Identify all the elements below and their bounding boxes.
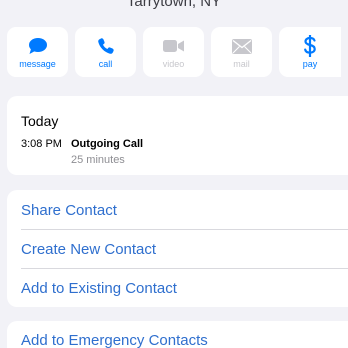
call-history-card: Today 3:08 PM Outgoing Call 25 minutes xyxy=(7,96,348,175)
mail-button-label: mail xyxy=(233,59,250,69)
add-to-existing-contact-button[interactable]: Add to Existing Contact xyxy=(21,280,177,297)
create-new-contact-button[interactable]: Create New Contact xyxy=(21,241,156,258)
message-bubble-icon xyxy=(26,36,50,56)
contact-location: Tarrytown, NY xyxy=(126,0,222,10)
message-button-label: message xyxy=(19,59,56,69)
call-type: Outgoing Call xyxy=(71,138,144,150)
pay-button-label: pay xyxy=(302,59,318,69)
pay-button[interactable]: pay xyxy=(279,27,341,77)
contact-options-card: Share Contact Create New Contact Add to … xyxy=(7,190,348,307)
emergency-contacts-card: Add to Emergency Contacts xyxy=(7,321,348,348)
call-button[interactable]: call xyxy=(75,27,136,77)
message-button[interactable]: message xyxy=(7,27,68,77)
video-button[interactable]: video xyxy=(143,27,204,77)
mail-button[interactable]: mail xyxy=(211,27,272,77)
divider xyxy=(21,229,348,230)
quick-actions-row: message call video mail pay xyxy=(7,27,341,77)
mail-envelope-icon xyxy=(230,36,254,56)
contact-details-screen: Tarrytown, NY message call video mail pa… xyxy=(0,0,348,348)
history-day-heading: Today xyxy=(21,113,59,129)
call-time: 3:08 PM xyxy=(21,138,62,150)
video-button-label: video xyxy=(162,59,185,69)
video-camera-icon xyxy=(162,36,186,56)
dollar-sign-icon xyxy=(298,35,322,57)
add-to-emergency-contacts-button[interactable]: Add to Emergency Contacts xyxy=(21,332,208,348)
share-contact-button[interactable]: Share Contact xyxy=(21,202,117,219)
phone-icon xyxy=(94,36,118,56)
call-duration: 25 minutes xyxy=(71,154,125,166)
call-button-label: call xyxy=(98,59,113,69)
divider xyxy=(21,268,348,269)
